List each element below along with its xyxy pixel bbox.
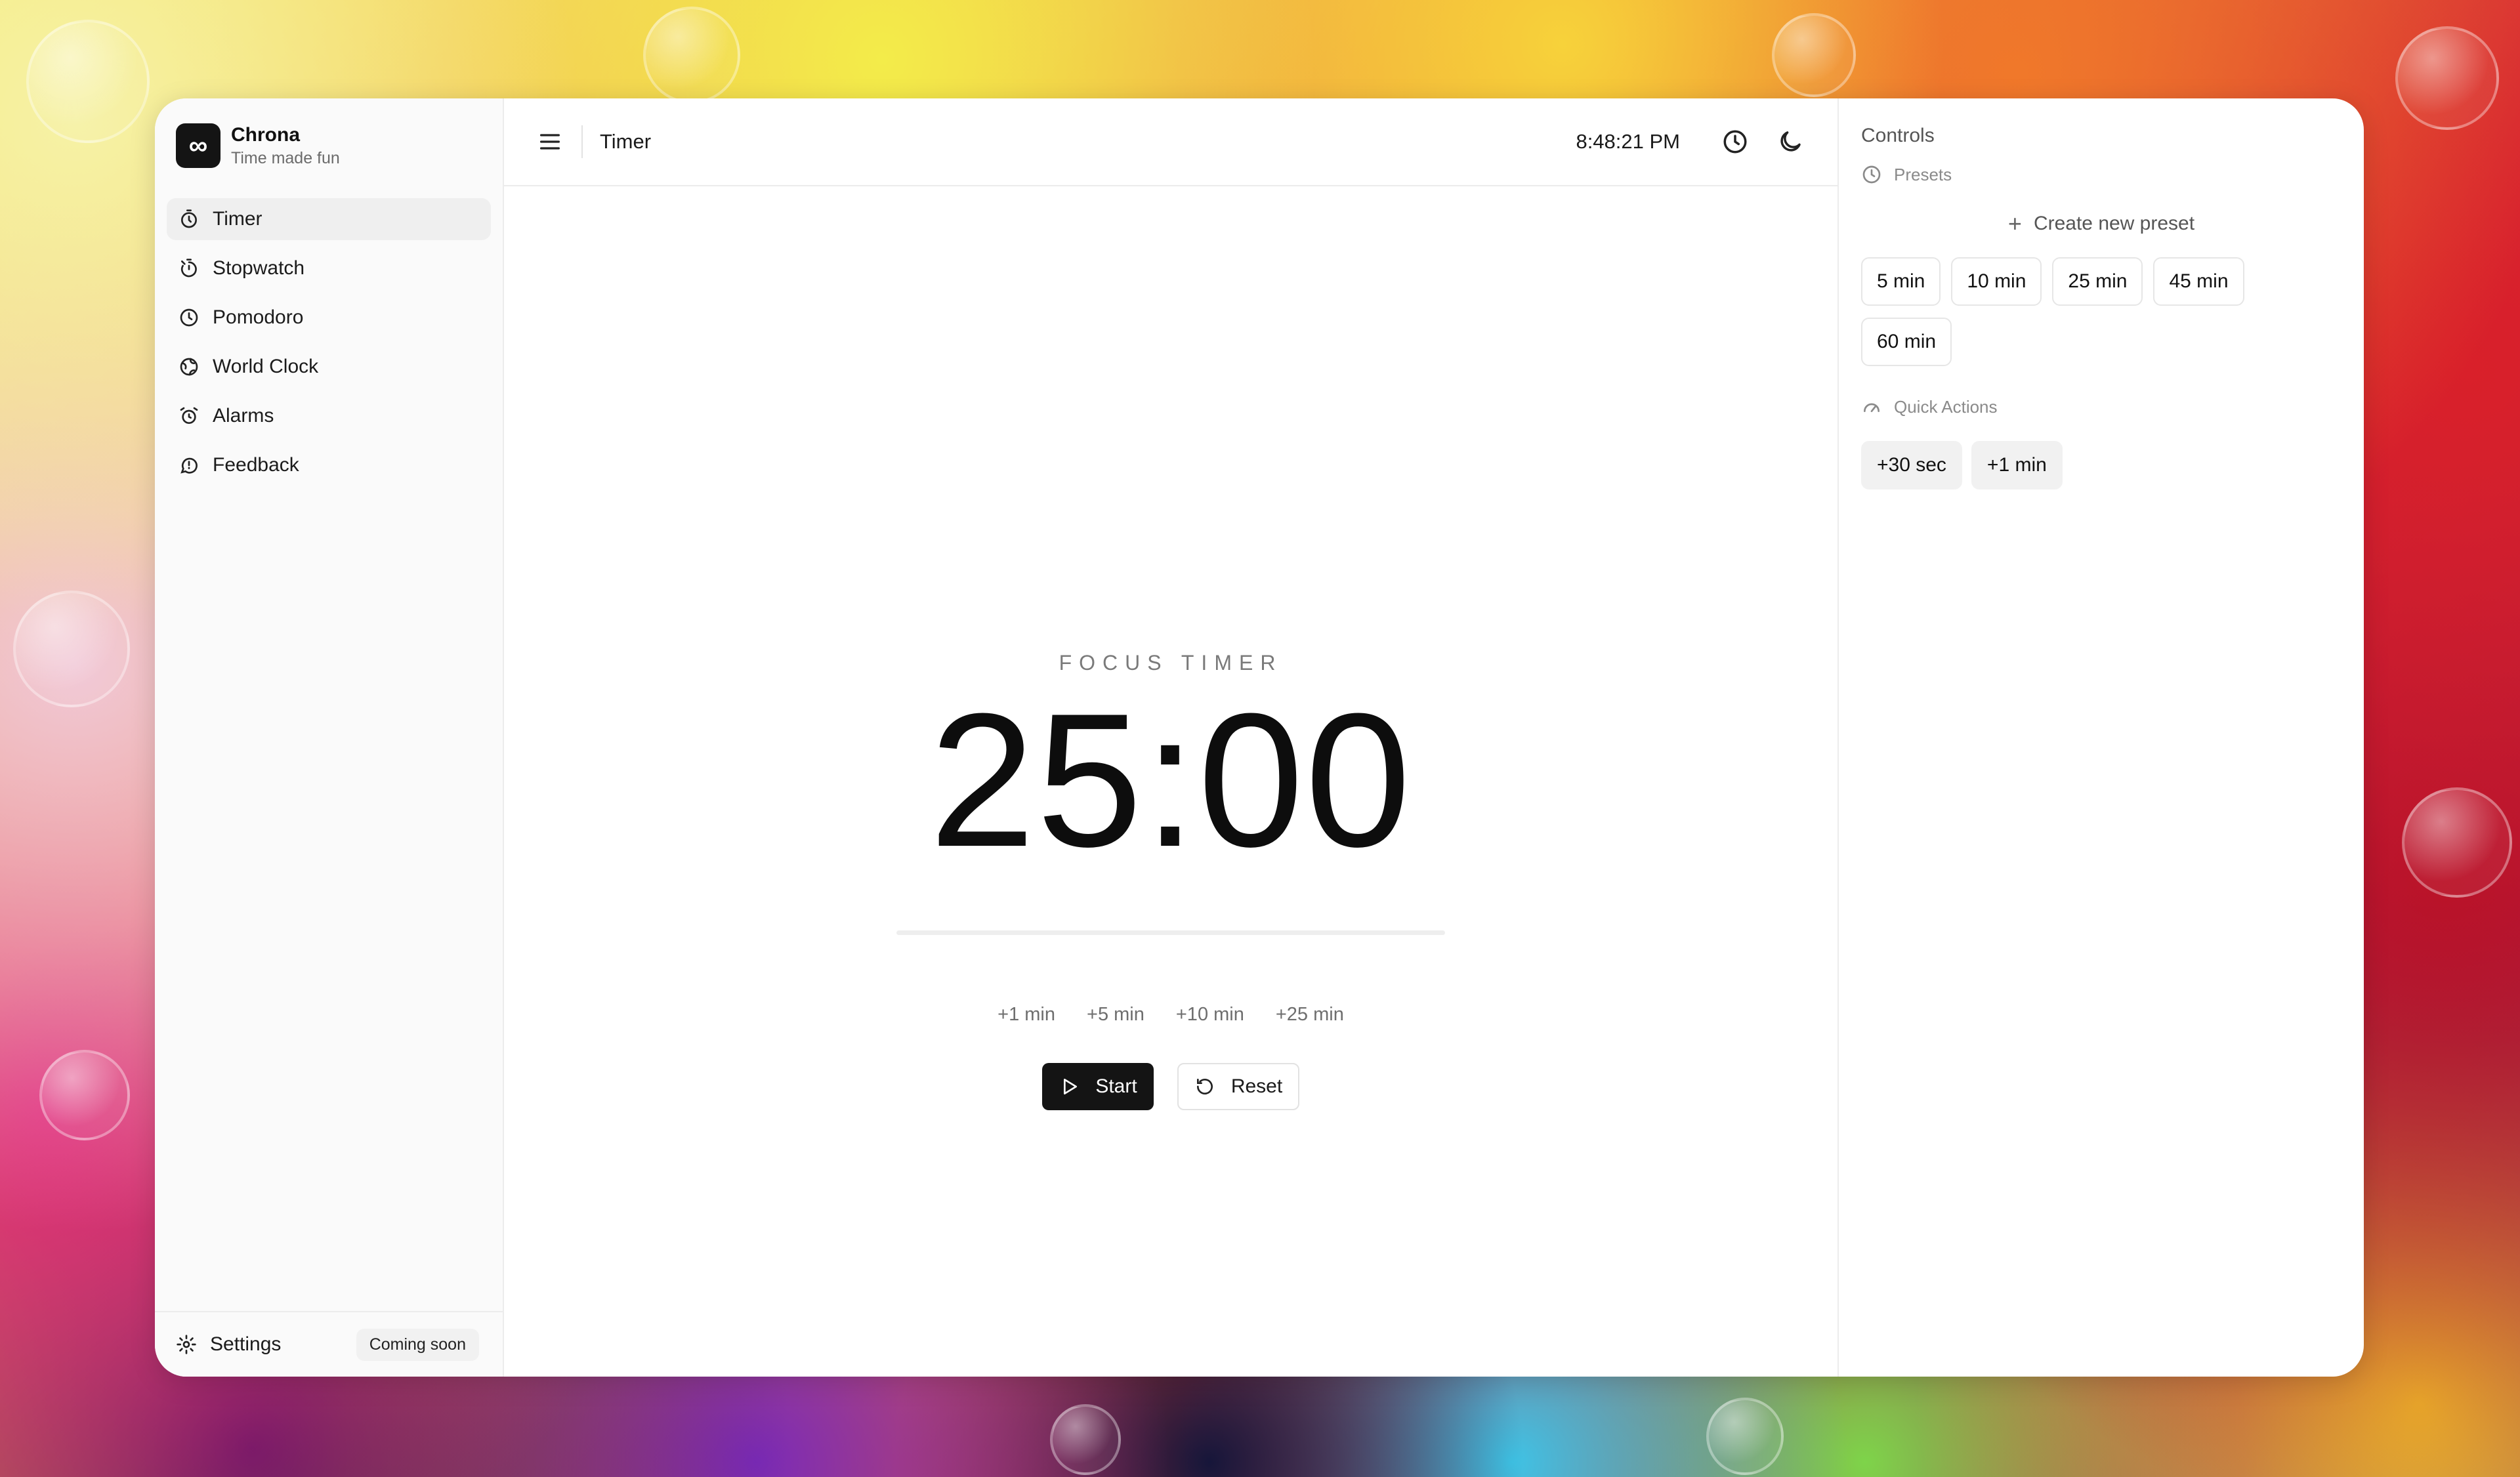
infinity-icon: ∞ — [176, 123, 220, 168]
reset-label: Reset — [1230, 1075, 1283, 1097]
background-bubble — [2402, 787, 2512, 898]
feedback-icon — [178, 455, 200, 476]
clock-icon — [178, 307, 200, 328]
sidebar: ∞ Chrona Time made fun Timer Stopwatch P… — [155, 98, 504, 1377]
menu-icon[interactable] — [536, 127, 564, 156]
alarm-icon — [178, 406, 200, 426]
timer-icon — [178, 209, 200, 230]
preset-button[interactable]: 5 min — [1861, 257, 1941, 306]
topbar-divider — [581, 125, 583, 158]
timer-progress-bar — [896, 930, 1445, 935]
sidebar-item-label: Feedback — [213, 454, 299, 476]
sidebar-item-label: Stopwatch — [213, 257, 305, 279]
background-bubble — [1772, 13, 1856, 97]
clock-icon[interactable] — [1718, 125, 1752, 159]
increment-buttons: +1 min +5 min +10 min +25 min — [504, 1000, 1838, 1030]
clock-icon — [1862, 165, 1881, 184]
quick-action-button[interactable]: +1 min — [1971, 441, 2063, 489]
quick-actions-section: Quick Actions +30 sec +1 min — [1861, 396, 2342, 489]
brand-name: Chrona — [231, 124, 300, 146]
timer-actions: Start Reset — [504, 1063, 1838, 1110]
stopwatch-icon — [178, 258, 200, 279]
add-10-min-button[interactable]: +10 min — [1175, 1000, 1246, 1030]
plus-icon: + — [2007, 210, 2022, 237]
add-5-min-button[interactable]: +5 min — [1085, 1000, 1146, 1030]
preset-button[interactable]: 45 min — [2153, 257, 2244, 306]
reset-button[interactable]: Reset — [1177, 1063, 1299, 1110]
sidebar-item-label: Timer — [213, 208, 262, 230]
background-bubble — [1706, 1398, 1784, 1475]
sidebar-item-label: Pomodoro — [213, 306, 304, 328]
settings-item[interactable]: Settings Coming soon — [155, 1311, 503, 1377]
start-label: Start — [1095, 1075, 1137, 1097]
main-panel: Timer 8:48:21 PM FOCUS TIMER 25:00 +1 mi… — [504, 98, 1839, 1377]
timer-area: FOCUS TIMER 25:00 +1 min +5 min +10 min … — [504, 186, 1838, 1377]
background-bubble — [39, 1050, 130, 1140]
page-title: Timer — [600, 130, 652, 153]
play-icon — [1064, 1079, 1078, 1094]
gear-icon — [176, 1334, 197, 1355]
sidebar-item-pomodoro[interactable]: Pomodoro — [167, 297, 491, 339]
quick-action-button[interactable]: +30 sec — [1861, 441, 1962, 489]
presets-header-label: Presets — [1894, 164, 1952, 184]
sidebar-item-timer[interactable]: Timer — [167, 198, 491, 240]
preset-button[interactable]: 10 min — [1951, 257, 2042, 306]
quick-actions-header: Quick Actions — [1861, 396, 2342, 417]
coming-soon-badge: Coming soon — [356, 1328, 479, 1361]
background-bubble — [1050, 1404, 1121, 1475]
globe-icon — [178, 356, 200, 377]
sidebar-nav: Timer Stopwatch Pomodoro World Clock Ala… — [155, 198, 503, 486]
gauge-icon — [1864, 403, 1880, 412]
timer-display: 25:00 — [929, 674, 1412, 886]
sidebar-item-label: Alarms — [213, 405, 274, 426]
timer-label: FOCUS TIMER — [1059, 651, 1283, 675]
preset-button[interactable]: 25 min — [2052, 257, 2143, 306]
moon-icon[interactable] — [1773, 125, 1807, 159]
reset-icon — [1196, 1079, 1213, 1094]
create-preset-label: Create new preset — [2033, 213, 2195, 234]
sidebar-item-alarms[interactable]: Alarms — [167, 395, 491, 437]
current-time: 8:48:21 PM — [1576, 130, 1680, 153]
start-button[interactable]: Start — [1042, 1063, 1154, 1110]
preset-grid: 5 min 10 min 25 min 45 min 60 min — [1861, 257, 2268, 366]
settings-label: Settings — [210, 1333, 282, 1355]
controls-title: Controls — [1861, 125, 1935, 146]
background-bubble — [13, 591, 130, 707]
preset-button[interactable]: 60 min — [1861, 318, 1952, 366]
sidebar-item-world-clock[interactable]: World Clock — [167, 346, 491, 388]
background-bubble — [26, 20, 150, 143]
controls-panel: Controls Presets + Create new preset 5 m… — [1839, 98, 2364, 1377]
create-preset-button[interactable]: + Create new preset — [1861, 210, 2342, 238]
app-window: ∞ Chrona Time made fun Timer Stopwatch P… — [155, 98, 2364, 1377]
quick-actions-label: Quick Actions — [1894, 396, 1998, 417]
brand-tagline: Time made fun — [231, 149, 340, 167]
add-1-min-button[interactable]: +1 min — [996, 1000, 1057, 1030]
topbar: Timer 8:48:21 PM — [504, 98, 1838, 186]
sidebar-item-label: World Clock — [213, 356, 319, 377]
sidebar-item-stopwatch[interactable]: Stopwatch — [167, 247, 491, 289]
quick-actions-grid: +30 sec +1 min — [1861, 441, 2342, 489]
sidebar-item-feedback[interactable]: Feedback — [167, 444, 491, 486]
add-25-min-button[interactable]: +25 min — [1274, 1000, 1345, 1030]
background-bubble — [2395, 26, 2499, 130]
presets-header: Presets — [1861, 164, 2342, 185]
brand: ∞ Chrona Time made fun — [155, 98, 503, 171]
background-bubble — [643, 7, 740, 104]
